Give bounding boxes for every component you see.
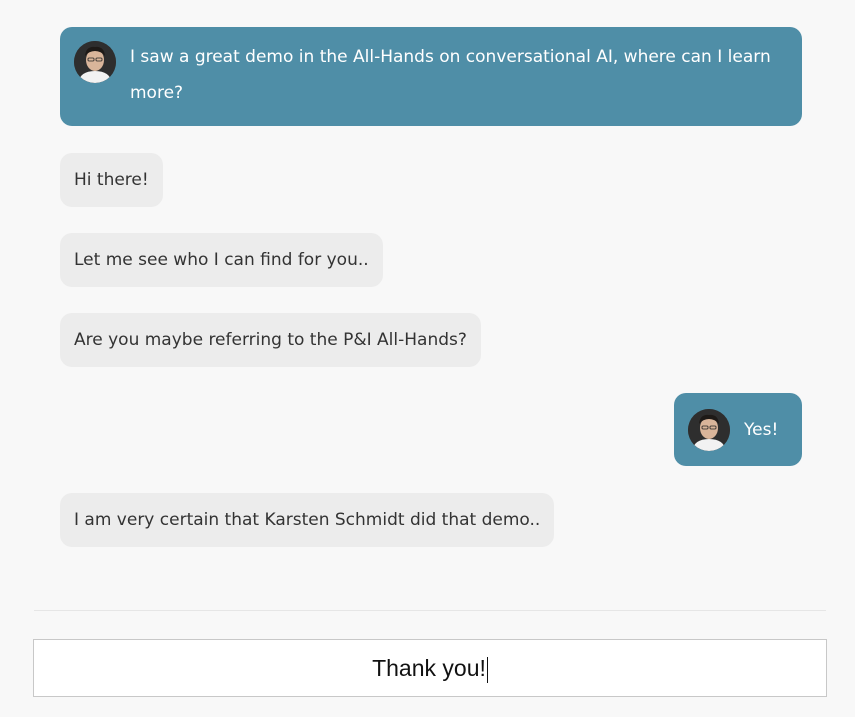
bot-message: Hi there! [60, 153, 163, 207]
message-text: I saw a great demo in the All-Hands on c… [130, 47, 771, 103]
chat-window: I saw a great demo in the All-Hands on c… [0, 0, 855, 717]
user-avatar-icon [688, 408, 730, 451]
message-input[interactable]: Thank you! [33, 639, 827, 697]
bot-message: Let me see who I can find for you.. [60, 233, 383, 287]
user-message: Yes! [674, 393, 802, 466]
user-message: I saw a great demo in the All-Hands on c… [60, 27, 802, 126]
bot-message: Are you maybe referring to the P&I All-H… [60, 313, 481, 367]
composer-divider [34, 610, 826, 611]
message-input-value: Thank you! [372, 655, 486, 681]
message-text: Yes! [744, 419, 779, 440]
text-caret [486, 656, 488, 683]
bot-message: I am very certain that Karsten Schmidt d… [60, 493, 555, 547]
user-avatar-icon [74, 41, 116, 83]
